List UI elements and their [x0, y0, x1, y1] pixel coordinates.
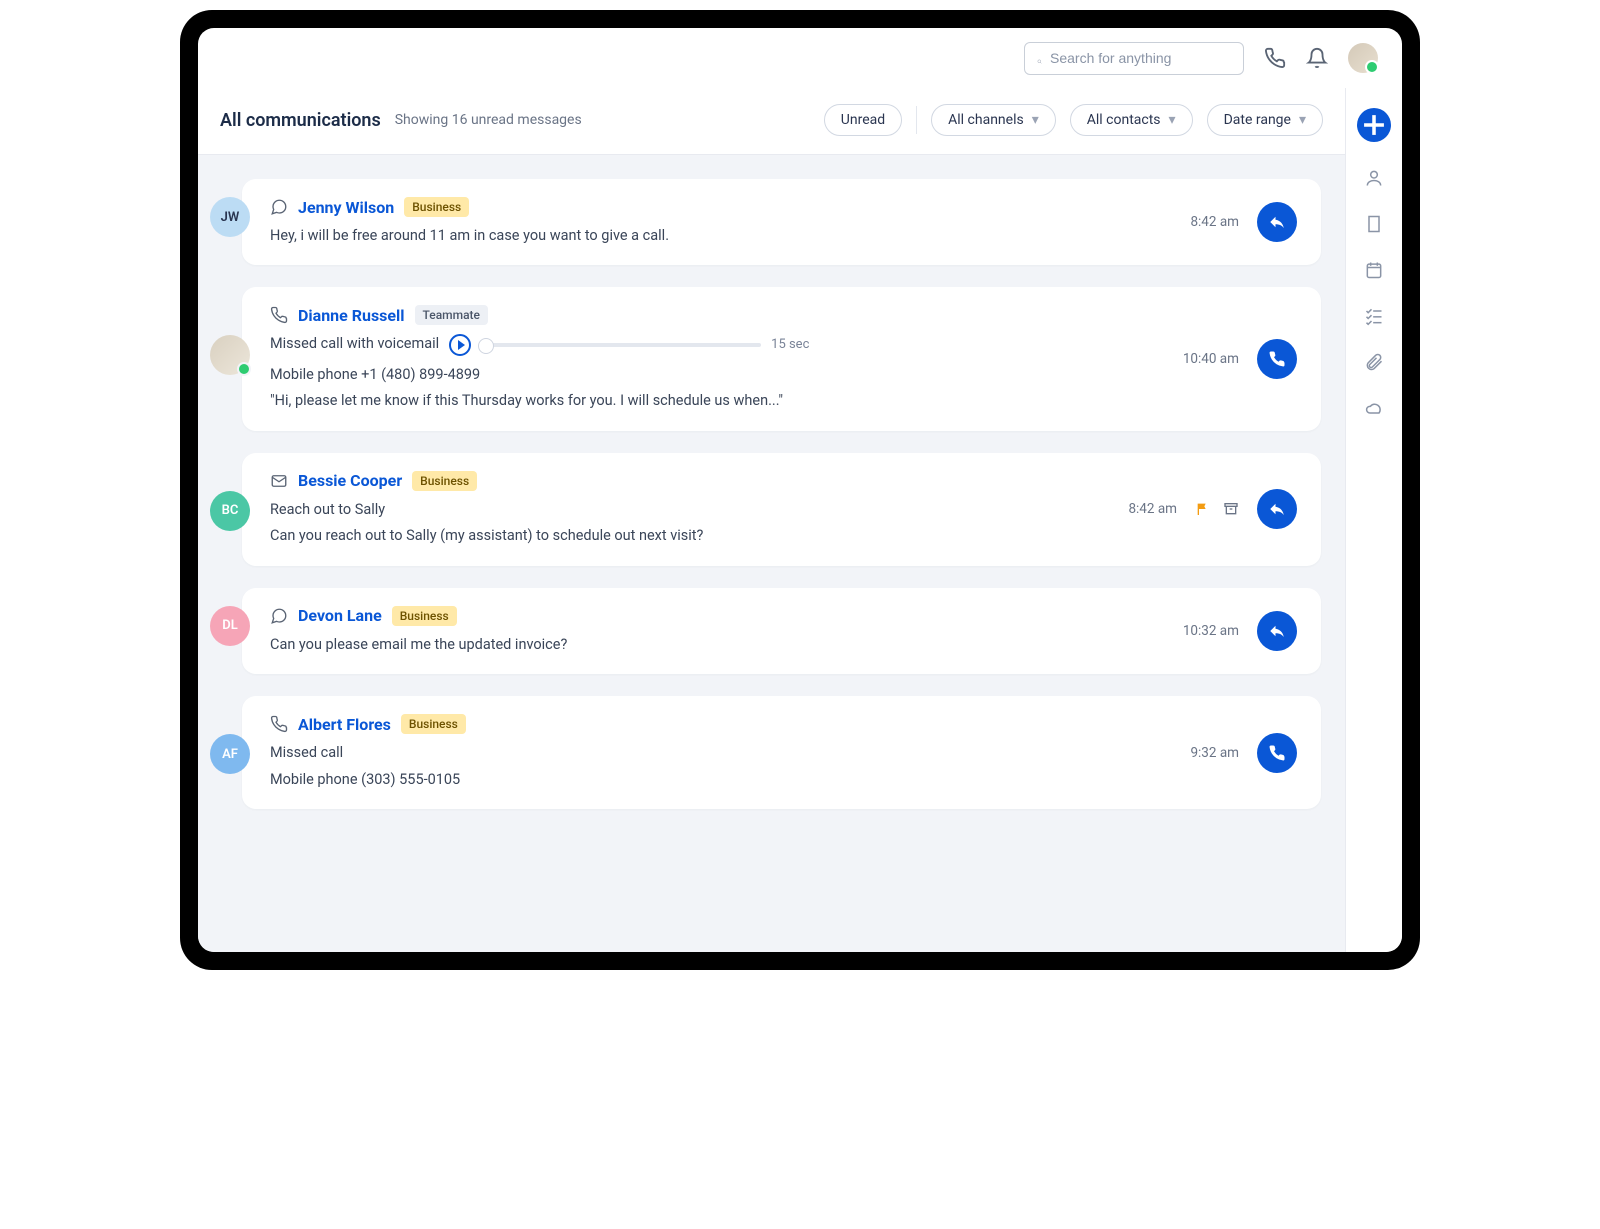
mail-icon	[270, 472, 288, 490]
calendar-icon[interactable]	[1364, 260, 1384, 280]
reply-button[interactable]	[1257, 489, 1297, 529]
call-button[interactable]	[1257, 733, 1297, 773]
contact-avatar[interactable]: JW	[210, 197, 250, 237]
contact-name[interactable]: Albert Flores	[298, 715, 391, 734]
bell-icon[interactable]	[1306, 47, 1328, 69]
badge-business: Business	[412, 471, 477, 491]
contact-name[interactable]: Dianne Russell	[298, 306, 405, 325]
message-card[interactable]: Dianne Russell Teammate Missed call with v…	[242, 287, 1321, 430]
contact-name[interactable]: Jenny Wilson	[298, 198, 394, 217]
voicemail-label: Missed call with voicemail	[270, 333, 439, 355]
archive-icon[interactable]	[1223, 501, 1239, 517]
badge-business: Business	[404, 197, 469, 217]
filter-channels[interactable]: All channels ▾	[931, 104, 1056, 136]
audio-slider[interactable]	[481, 343, 761, 347]
person-icon[interactable]	[1364, 168, 1384, 188]
building-icon[interactable]	[1364, 214, 1384, 234]
flag-icon[interactable]	[1195, 501, 1211, 517]
badge-business: Business	[401, 714, 466, 734]
contact-avatar[interactable]: BC	[210, 491, 250, 531]
play-button[interactable]	[449, 334, 471, 356]
message-row: BC Bessie Cooper Business Reach out to Sall…	[210, 453, 1321, 566]
message-text: Missed call	[270, 742, 1172, 764]
message-card[interactable]: Albert Flores Business Missed call Mobile p…	[242, 696, 1321, 809]
message-time: 8:42 am	[1128, 501, 1177, 517]
message-row: JW Jenny Wilson Business Hey, i will be fre…	[210, 179, 1321, 265]
contact-name[interactable]: Devon Lane	[298, 606, 382, 625]
reply-button[interactable]	[1257, 611, 1297, 651]
message-text: Can you please email me the updated invo…	[270, 634, 1165, 656]
message-time: 10:32 am	[1183, 623, 1239, 639]
phone-icon[interactable]	[1264, 47, 1286, 69]
message-text: Mobile phone +1 (480) 899-4899	[270, 364, 1165, 386]
message-time: 8:42 am	[1190, 214, 1239, 230]
message-card[interactable]: Bessie Cooper Business Reach out to Sally C…	[242, 453, 1321, 566]
filter-date-range[interactable]: Date range ▾	[1207, 104, 1323, 136]
chevron-down-icon: ▾	[1032, 112, 1039, 128]
badge-teammate: Teammate	[415, 305, 488, 325]
call-button[interactable]	[1257, 339, 1297, 379]
message-card[interactable]: Jenny Wilson Business Hey, i will be free …	[242, 179, 1321, 265]
filter-unread[interactable]: Unread	[824, 104, 902, 136]
message-text: Reach out to Sally	[270, 499, 1110, 521]
cloud-icon[interactable]	[1364, 398, 1384, 418]
search-input[interactable]	[1050, 50, 1231, 66]
chevron-down-icon: ▾	[1169, 112, 1176, 128]
chat-icon	[270, 607, 288, 625]
chat-icon	[270, 198, 288, 216]
message-card[interactable]: Devon Lane Business Can you please email m…	[242, 588, 1321, 674]
message-time: 10:40 am	[1183, 351, 1239, 367]
message-text: Can you reach out to Sally (my assistant…	[270, 525, 1110, 547]
phone-icon	[270, 715, 288, 733]
filter-contacts[interactable]: All contacts ▾	[1070, 104, 1193, 136]
user-avatar[interactable]	[1348, 43, 1378, 73]
phone-icon	[270, 306, 288, 324]
chevron-down-icon: ▾	[1299, 112, 1306, 128]
message-row: DL Devon Lane Business Can you please email…	[210, 588, 1321, 674]
search-box[interactable]	[1024, 42, 1244, 75]
badge-business: Business	[392, 606, 457, 626]
message-time: 9:32 am	[1190, 745, 1239, 761]
message-text: Hey, i will be free around 11 am in case…	[270, 225, 1172, 247]
contact-avatar[interactable]	[210, 335, 250, 375]
message-text: Mobile phone (303) 555-0105	[270, 769, 1172, 791]
message-row: Dianne Russell Teammate Missed call with v…	[210, 287, 1321, 430]
reply-button[interactable]	[1257, 202, 1297, 242]
attachment-icon[interactable]	[1364, 352, 1384, 372]
page-title: All communications	[220, 110, 381, 131]
message-row: AF Albert Flores Business Missed call Mobile…	[210, 696, 1321, 809]
checklist-icon[interactable]	[1364, 306, 1384, 326]
message-text: "Hi, please let me know if this Thursday…	[270, 390, 1165, 412]
unread-count-text: Showing 16 unread messages	[395, 112, 582, 128]
contact-avatar[interactable]: DL	[210, 606, 250, 646]
search-icon	[1037, 49, 1042, 68]
audio-duration: 15 sec	[771, 337, 809, 352]
add-button[interactable]	[1357, 108, 1391, 142]
contact-name[interactable]: Bessie Cooper	[298, 471, 402, 490]
contact-avatar[interactable]: AF	[210, 734, 250, 774]
